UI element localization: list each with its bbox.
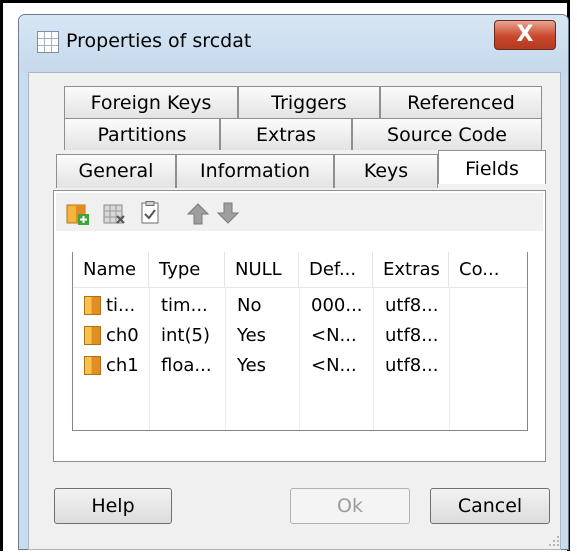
resize-grip-icon[interactable] <box>548 532 560 546</box>
cell-type[interactable]: floa... <box>151 351 212 381</box>
table-icon <box>37 31 59 53</box>
column-header-default[interactable]: Def... <box>299 252 373 288</box>
column-divider <box>299 288 300 430</box>
cancel-button[interactable]: Cancel <box>430 488 550 524</box>
cell-null[interactable]: Yes <box>227 321 266 351</box>
column-header-null[interactable]: NULL <box>225 252 299 288</box>
cell-name[interactable]: ch1 <box>96 351 139 381</box>
properties-icon[interactable] <box>138 201 162 225</box>
cell-default[interactable]: 000... <box>301 291 363 321</box>
cell-name[interactable]: ch0 <box>96 321 139 351</box>
close-button[interactable]: X <box>494 20 556 50</box>
cell-comment[interactable] <box>451 321 461 351</box>
tab-partitions[interactable]: Partitions <box>64 118 220 150</box>
move-up-icon[interactable] <box>186 202 210 226</box>
column-divider <box>449 288 450 430</box>
tab-general[interactable]: General <box>56 154 176 188</box>
column-divider <box>225 288 226 430</box>
move-down-icon[interactable] <box>216 201 240 225</box>
cell-type[interactable]: tim... <box>151 291 208 321</box>
cell-extras[interactable]: utf8... <box>375 291 438 321</box>
tab-triggers[interactable]: Triggers <box>238 86 380 118</box>
cell-default[interactable]: <N... <box>301 351 357 381</box>
column-header-type[interactable]: Type <box>149 252 225 288</box>
cell-type[interactable]: int(5) <box>151 321 210 351</box>
delete-field-icon[interactable] <box>103 202 127 226</box>
column-divider <box>149 288 150 430</box>
tab-referenced[interactable]: Referenced <box>380 86 542 118</box>
column-header-extras[interactable]: Extras <box>373 252 449 288</box>
ok-button[interactable]: Ok <box>290 488 410 524</box>
cell-null[interactable]: No <box>227 291 261 321</box>
help-button[interactable]: Help <box>54 488 172 524</box>
cell-extras[interactable]: utf8... <box>375 321 438 351</box>
fields-toolbar <box>56 193 543 231</box>
tab-keys[interactable]: Keys <box>334 154 438 188</box>
tab-information[interactable]: Information <box>176 154 334 188</box>
cell-null[interactable]: Yes <box>227 351 266 381</box>
tab-foreign-keys[interactable]: Foreign Keys <box>64 86 238 118</box>
tab-extras[interactable]: Extras <box>220 118 352 150</box>
column-header-comment[interactable]: Co... <box>449 252 527 288</box>
cell-comment[interactable] <box>451 351 461 381</box>
column-header-name[interactable]: Name <box>73 252 149 288</box>
cell-extras[interactable]: utf8... <box>375 351 438 381</box>
column-divider <box>373 288 374 430</box>
add-field-icon[interactable] <box>66 202 90 226</box>
tab-fields[interactable]: Fields <box>438 150 546 184</box>
cell-comment[interactable] <box>451 291 461 321</box>
tab-source-code[interactable]: Source Code <box>352 118 542 150</box>
window-title: Properties of srcdat <box>66 30 252 52</box>
cell-name[interactable]: ti... <box>96 291 135 321</box>
cell-default[interactable]: <N... <box>301 321 357 351</box>
